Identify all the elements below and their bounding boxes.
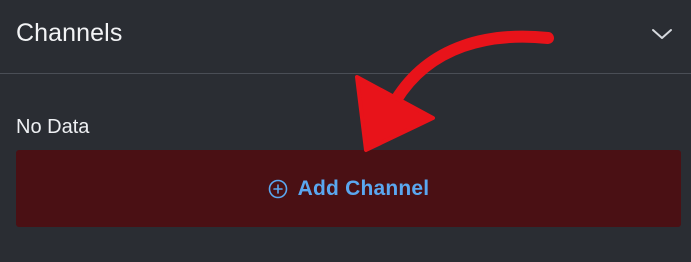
add-channel-label: Add Channel: [297, 176, 430, 200]
chevron-down-icon[interactable]: [651, 27, 673, 41]
add-channel-button[interactable]: Add Channel: [16, 150, 681, 227]
channels-panel-header[interactable]: Channels: [0, 0, 691, 74]
plus-circle-icon: [268, 179, 287, 198]
channels-panel: Channels No Data Add Channel: [0, 0, 691, 262]
panel-title: Channels: [16, 19, 123, 47]
no-data-label: No Data: [16, 116, 90, 138]
